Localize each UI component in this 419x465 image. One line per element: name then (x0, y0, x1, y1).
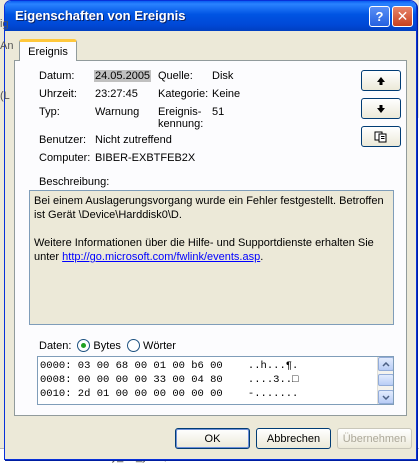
description-suffix: . (260, 251, 264, 263)
tab-label: Ereignis (28, 45, 68, 58)
time-label: Uhrzeit: (39, 88, 77, 100)
close-button[interactable]: ✕ (392, 6, 413, 27)
date-value[interactable]: 24.05.2005 (94, 70, 152, 82)
computer-label: Computer: (39, 152, 91, 164)
category-value[interactable]: Keine (212, 88, 240, 100)
arrow-up-icon (377, 76, 385, 85)
help-button[interactable]: ? (369, 6, 390, 27)
data-hex-view[interactable]: 0000: 03 00 68 00 01 00 b6 00 ..h...¶. 0… (37, 356, 394, 405)
data-format-selector: Daten: Bytes Wörter (39, 339, 176, 352)
source-label: Quelle: (158, 70, 193, 82)
source-value[interactable]: Disk (212, 70, 233, 82)
description-label: Beschreibung: (39, 176, 110, 188)
user-value[interactable]: Nicht zutreffend (95, 134, 172, 146)
hex-line: 0008: 00 00 00 00 33 00 04 80 ....3..□ (40, 374, 299, 386)
help-icon: ? (375, 9, 384, 24)
bytes-radio[interactable] (77, 339, 91, 352)
eventid-label-line2: kennung: (158, 118, 204, 130)
arrow-down-icon (377, 104, 385, 113)
cancel-button[interactable]: Abbrechen (256, 428, 331, 449)
copy-icon (374, 131, 387, 142)
chevron-up-icon (382, 361, 390, 367)
description-line: Bei einem Auslagerungsvorgang wurde ein … (34, 195, 384, 221)
previous-event-button[interactable] (361, 70, 401, 91)
copy-event-button[interactable] (361, 126, 401, 147)
eventid-value[interactable]: 51 (212, 106, 224, 118)
ok-button[interactable]: OK (175, 428, 250, 449)
background-fragment: (L (0, 90, 10, 102)
scroll-down-button[interactable] (378, 390, 393, 404)
words-radio-label[interactable]: Wörter (143, 340, 176, 352)
background-fragment: ig (0, 18, 9, 30)
scroll-thumb[interactable] (378, 374, 393, 386)
hex-line: 0000: 03 00 68 00 01 00 b6 00 ..h...¶. (40, 360, 299, 372)
user-label: Benutzer: (39, 134, 87, 146)
event-properties-dialog: Eigenschaften von Ereignis ? ✕ Ereignis … (4, 0, 417, 460)
tab-ereignis[interactable]: Ereignis (19, 39, 77, 61)
date-label: Datum: (39, 70, 75, 82)
help-link[interactable]: http://go.microsoft.com/fwlink/events.as… (62, 251, 260, 263)
title-bar[interactable]: Eigenschaften von Ereignis ? ✕ (5, 1, 416, 31)
words-radio[interactable] (126, 339, 140, 352)
data-scrollbar[interactable] (377, 357, 393, 404)
category-label: Kategorie: (158, 88, 209, 100)
description-more-info: Weitere Informationen über die Hilfe- un… (34, 236, 389, 264)
close-icon: ✕ (396, 8, 409, 24)
window-title: Eigenschaften von Ereignis (15, 8, 186, 23)
hex-line: 0010: 2d 01 00 00 00 00 00 00 -....... (40, 388, 299, 400)
description-text[interactable]: Bei einem Auslagerungsvorgang wurde ein … (29, 190, 394, 325)
type-value[interactable]: Warnung (95, 106, 139, 118)
computer-value[interactable]: BIBER-EXBTFEB2X (95, 152, 195, 164)
apply-button[interactable]: Übernehmen (337, 428, 412, 449)
eventid-label-line1: Ereignis- (158, 106, 202, 118)
bytes-radio-label[interactable]: Bytes (93, 340, 121, 352)
background-fragment: An (0, 40, 14, 52)
next-event-button[interactable] (361, 98, 401, 119)
data-label: Daten: (39, 339, 72, 352)
time-value[interactable]: 23:27:45 (95, 88, 138, 100)
chevron-down-icon (382, 394, 390, 400)
scroll-up-button[interactable] (378, 357, 393, 371)
type-label: Typ: (39, 106, 60, 118)
